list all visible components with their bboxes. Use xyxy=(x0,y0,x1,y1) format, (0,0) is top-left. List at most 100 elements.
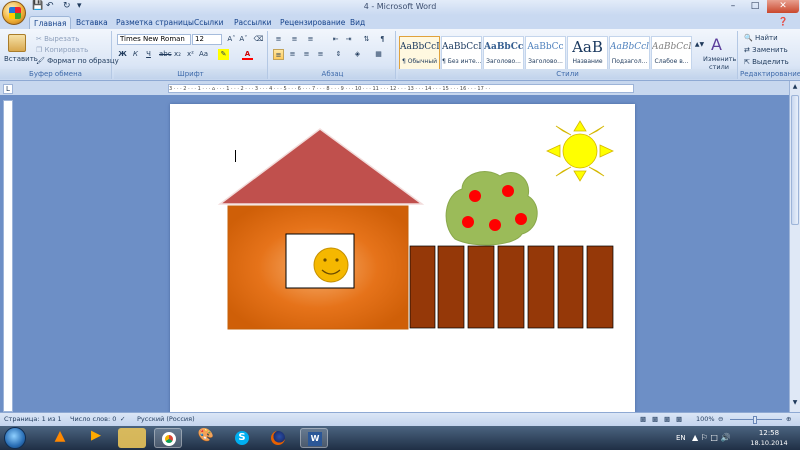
zoom-out-icon[interactable]: ⊖ xyxy=(718,415,723,423)
zoom-in-icon[interactable]: ⊕ xyxy=(786,415,791,423)
tray-icons[interactable]: ▲ ⚐ □ 🔊 xyxy=(692,433,730,442)
style-normal[interactable]: AaBbCcI ¶ Обычный xyxy=(399,36,440,70)
vlc-icon[interactable]: ▲ xyxy=(46,428,74,448)
close-button[interactable]: ✕ xyxy=(767,0,799,13)
tab-mailings[interactable]: Рассылки xyxy=(230,16,276,29)
font-name-combo[interactable]: Times New Roman xyxy=(117,34,191,45)
proofing-icon[interactable]: ✓ xyxy=(120,415,125,423)
horizontal-ruler[interactable]: 3 · · · 2 · · · 1 · · · ⌂ · · · 1 · · · … xyxy=(168,84,634,93)
font-color-icon[interactable]: A xyxy=(242,49,253,60)
firefox-icon[interactable] xyxy=(264,428,292,448)
italic-icon[interactable]: К xyxy=(130,49,141,60)
zoom-level[interactable]: 100% xyxy=(696,415,715,423)
show-marks-icon[interactable]: ¶ xyxy=(377,34,388,45)
status-page[interactable]: Страница: 1 из 1 xyxy=(4,415,62,423)
format-painter-button[interactable]: 🖌 Формат по образцу xyxy=(36,57,119,65)
language-indicator[interactable]: EN xyxy=(676,434,686,442)
vertical-ruler[interactable] xyxy=(3,100,13,412)
grow-font-icon[interactable]: Aˆ xyxy=(226,34,237,45)
office-button[interactable] xyxy=(2,1,26,25)
paste-button[interactable]: Вставить xyxy=(4,55,38,63)
tab-view[interactable]: Вид xyxy=(346,16,369,29)
qat-dropdown-icon[interactable]: ▾ xyxy=(77,1,82,13)
minimize-button[interactable]: – xyxy=(722,0,744,13)
replace-button[interactable]: ⇄ Заменить xyxy=(744,46,788,54)
superscript-icon[interactable]: x² xyxy=(185,49,196,60)
explorer-icon[interactable] xyxy=(118,428,146,448)
word-taskbar-icon[interactable]: W xyxy=(300,428,328,448)
redo-icon[interactable]: ↻ xyxy=(63,1,71,13)
align-left-icon[interactable]: ≡ xyxy=(273,49,284,60)
full-screen-icon[interactable]: ▩ xyxy=(652,415,658,423)
chrome-icon[interactable] xyxy=(154,428,182,448)
tab-references[interactable]: Ссылки xyxy=(190,16,227,29)
change-case-icon[interactable]: Aa xyxy=(198,49,209,60)
decrease-indent-icon[interactable]: ⇤ xyxy=(330,34,341,45)
borders-icon[interactable]: ▦ xyxy=(373,49,384,60)
sort-icon[interactable]: ⇅ xyxy=(361,34,372,45)
scroll-up-icon[interactable]: ▲ xyxy=(791,83,799,91)
help-icon[interactable]: ❓ xyxy=(778,17,788,26)
undo-icon[interactable]: ↶ xyxy=(46,1,54,13)
paragraph-group: ≡ ≡ ≡ ⇤ ⇥ ⇅ ¶ ≡ ≡ ≡ ≡ ⇕ ◈ ▦ Абзац xyxy=(270,31,396,79)
fence xyxy=(409,245,614,329)
change-styles-icon[interactable]: A xyxy=(711,35,722,54)
status-language[interactable]: Русский (Россия) xyxy=(137,415,195,423)
bold-icon[interactable]: Ж xyxy=(117,49,128,60)
clock-date[interactable]: 18.10.2014 xyxy=(748,439,790,447)
start-button[interactable] xyxy=(4,427,26,449)
clear-format-icon[interactable]: ⌫ xyxy=(253,34,264,45)
zoom-slider-thumb[interactable] xyxy=(753,416,757,424)
web-layout-icon[interactable]: ▩ xyxy=(664,415,670,423)
maximize-button[interactable]: □ xyxy=(744,0,766,13)
multilevel-list-icon[interactable]: ≡ xyxy=(305,34,316,45)
tab-home[interactable]: Главная xyxy=(29,16,72,29)
shrink-font-icon[interactable]: Aˇ xyxy=(238,34,249,45)
font-size-combo[interactable]: 12 xyxy=(192,34,222,45)
tab-insert[interactable]: Вставка xyxy=(72,16,112,29)
print-layout-icon[interactable]: ▩ xyxy=(640,415,646,423)
align-right-icon[interactable]: ≡ xyxy=(301,49,312,60)
numbering-icon[interactable]: ≡ xyxy=(289,34,300,45)
paint-icon[interactable]: 🎨 xyxy=(192,428,220,448)
styles-scroll-icon[interactable]: ▲▼ xyxy=(694,39,705,50)
scroll-down-icon[interactable]: ▼ xyxy=(791,399,799,407)
tab-page-layout[interactable]: Разметка страницы xyxy=(112,16,198,29)
style-subtitle[interactable]: AaBbCcl Подзагол... xyxy=(609,36,650,70)
underline-icon[interactable]: Ч xyxy=(143,49,154,60)
cut-button[interactable]: ✂ Вырезать xyxy=(36,35,79,43)
select-button[interactable]: ⇱ Выделить xyxy=(744,58,789,66)
vertical-scrollbar[interactable]: ▲ ▼ xyxy=(789,81,800,412)
drawing-canvas[interactable] xyxy=(170,104,635,414)
style-heading-1[interactable]: AaBbCc Заголово... xyxy=(483,36,524,70)
clock-time[interactable]: 12:58 xyxy=(752,429,786,437)
save-icon[interactable]: 💾 xyxy=(32,1,43,13)
style-heading-2[interactable]: AaBbCc Заголово... xyxy=(525,36,566,70)
skype-icon[interactable]: S xyxy=(228,428,256,448)
strikethrough-icon[interactable]: abc xyxy=(159,49,172,60)
media-player-icon[interactable]: ▶ xyxy=(82,428,110,448)
style-subtle-emphasis[interactable]: AaBbCcI Слабое в... xyxy=(651,36,692,70)
style-no-spacing[interactable]: AaBbCcI ¶ Без инте... xyxy=(441,36,482,70)
increase-indent-icon[interactable]: ⇥ xyxy=(343,34,354,45)
subscript-icon[interactable]: x₂ xyxy=(172,49,183,60)
tab-review[interactable]: Рецензирование xyxy=(276,16,349,29)
highlight-icon[interactable]: ✎ xyxy=(218,49,229,60)
find-button[interactable]: 🔍 Найти xyxy=(744,34,778,42)
style-title[interactable]: AaB Название xyxy=(567,36,608,70)
bullets-icon[interactable]: ≡ xyxy=(273,34,284,45)
paste-icon[interactable] xyxy=(8,34,26,52)
paragraph-group-label: Абзац xyxy=(270,69,395,79)
editing-group: 🔍 Найти ⇄ Заменить ⇱ Выделить Редактиров… xyxy=(740,31,800,79)
document-page[interactable] xyxy=(170,104,635,414)
font-group-label: Шрифт xyxy=(114,69,267,79)
justify-icon[interactable]: ≡ xyxy=(315,49,326,60)
tab-selector-icon[interactable]: L xyxy=(3,84,13,94)
outline-icon[interactable]: ▩ xyxy=(676,415,682,423)
copy-button[interactable]: ❐ Копировать xyxy=(36,46,88,54)
status-word-count[interactable]: Число слов: 0 xyxy=(70,415,116,423)
align-center-icon[interactable]: ≡ xyxy=(287,49,298,60)
shading-icon[interactable]: ◈ xyxy=(352,49,363,60)
scroll-thumb[interactable] xyxy=(791,95,799,225)
line-spacing-icon[interactable]: ⇕ xyxy=(333,49,344,60)
